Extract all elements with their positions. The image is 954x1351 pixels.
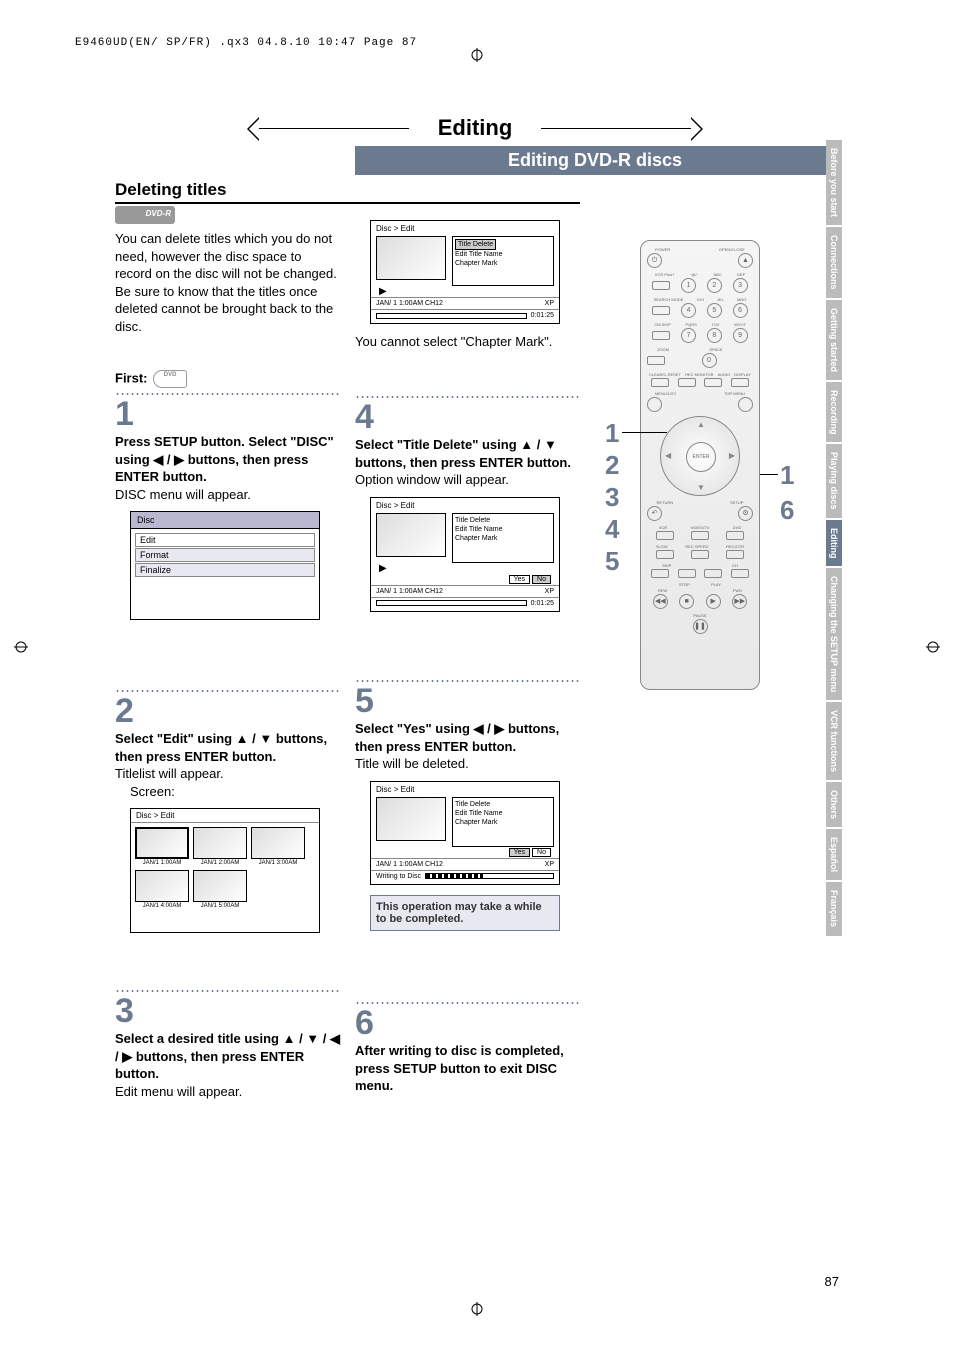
- thumb-label: JAN/1 4:00AM: [135, 903, 189, 909]
- disc-menu-item: Edit: [135, 533, 315, 547]
- pointer-left-2: 2: [605, 450, 619, 481]
- step-3-result: Edit menu will appear.: [115, 1084, 242, 1099]
- side-tabs: Before you start Connections Getting start…: [826, 140, 844, 938]
- play-icon: ▶: [371, 286, 559, 297]
- disc-menu-item: Finalize: [135, 563, 315, 577]
- remote-control-diagram: POWEROPEN/CLOSE ⏻▲ VCR Plus+·@/:ABCDEF 1…: [640, 240, 760, 690]
- step-2: 2 Select "Edit" using ▲ / ▼ buttons, the…: [115, 690, 340, 933]
- osd1-note: You cannot select "Chapter Mark".: [355, 334, 580, 349]
- crop-mark-bottom: [470, 1302, 484, 1316]
- crop-mark-left: [14, 640, 28, 654]
- dvd-r-badge: DVD-R: [115, 206, 175, 224]
- step-4-instruction: Select "Title Delete" using ▲ / ▼ button…: [355, 437, 571, 470]
- titlelist-header: Disc > Edit: [131, 809, 319, 823]
- step-3-number: 3: [115, 994, 340, 1028]
- pointer-left-3: 3: [605, 482, 619, 513]
- step-5-result: Title will be deleted.: [355, 756, 469, 771]
- step-2-number: 2: [115, 694, 340, 728]
- step-3: 3 Select a desired title using ▲ / ▼ / ◀…: [115, 990, 340, 1100]
- step-4-result: Option window will appear.: [355, 472, 509, 487]
- main-title: Editing: [413, 115, 538, 141]
- thumb-label: JAN/1 1:00AM: [135, 860, 189, 866]
- step-5-instruction: Select "Yes" using ◀ / ▶ buttons, then p…: [355, 721, 559, 754]
- osd-menu: Title Delete Edit Title Name Chapter Mar…: [452, 236, 554, 286]
- step-2-result: Titlelist will appear.: [115, 766, 224, 781]
- intro-text: You can delete titles which you do not n…: [115, 230, 340, 335]
- step-4: 4 Select "Title Delete" using ▲ / ▼ butt…: [355, 396, 580, 612]
- titlelist-screen: Disc > Edit JAN/1 1:00AM JAN/1 2:00AM JA…: [130, 808, 320, 933]
- osd-screen-1: Disc > Edit Title Delete Edit Title Name…: [355, 220, 580, 349]
- pointer-right-6: 6: [780, 495, 794, 526]
- pointer-line: [622, 432, 667, 433]
- osd-thumbnail: [376, 236, 446, 280]
- step-1-result: DISC menu will appear.: [115, 487, 251, 502]
- step-4-number: 4: [355, 400, 580, 434]
- step-1: 1 Press SETUP button. Select "DISC" usin…: [115, 393, 340, 620]
- step-5: 5 Select "Yes" using ◀ / ▶ buttons, then…: [355, 680, 580, 931]
- step-6-number: 6: [355, 1006, 580, 1040]
- side-tab: Editing: [826, 520, 842, 567]
- print-header: E9460UD(EN/ SP/FR) .qx3 04.8.10 10:47 Pa…: [75, 37, 417, 49]
- osd-screen-2: Disc > Edit Title Delete Edit Title Name…: [370, 497, 560, 612]
- pointer-left-5: 5: [605, 546, 619, 577]
- pointer-right-1: 1: [780, 460, 794, 491]
- pointer-left-1: 1: [605, 418, 619, 449]
- page-number: 87: [825, 1274, 839, 1289]
- osd-header: Disc > Edit: [371, 221, 559, 236]
- section-title: Deleting titles: [115, 180, 580, 204]
- step-1-number: 1: [115, 397, 340, 431]
- subtitle-bar: Editing DVD-R discs: [355, 146, 835, 175]
- side-tab: VCR functions: [826, 702, 842, 780]
- side-tab: Others: [826, 782, 842, 827]
- first-line: First: DVD: [115, 370, 340, 388]
- step-2-screen-label: Screen:: [115, 784, 175, 799]
- step-2-instruction: Select "Edit" using ▲ / ▼ buttons, then …: [115, 731, 327, 764]
- crop-mark-right: [926, 640, 940, 654]
- note-box: This operation may take a while to be co…: [370, 895, 560, 931]
- thumb-label: JAN/1 2:00AM: [193, 860, 247, 866]
- side-tab: Français: [826, 882, 842, 935]
- step-3-instruction: Select a desired title using ▲ / ▼ / ◀ /…: [115, 1031, 340, 1081]
- disc-menu-header: Disc: [131, 512, 319, 529]
- side-tab: Getting started: [826, 300, 842, 380]
- pointer-line: [760, 474, 778, 475]
- thumb-label: JAN/1 3:00AM: [251, 860, 305, 866]
- step-5-number: 5: [355, 684, 580, 718]
- side-tab: Playing discs: [826, 444, 842, 518]
- osd-screen-3: Disc > Edit Title Delete Edit Title Name…: [370, 781, 560, 885]
- side-tab: Connections: [826, 227, 842, 298]
- side-tab: Changing the SETUP menu: [826, 568, 842, 700]
- step-6-instruction: After writing to disc is completed, pres…: [355, 1043, 564, 1093]
- dvd-badge-icon: DVD: [153, 370, 187, 388]
- main-title-wrap: Editing: [115, 115, 835, 141]
- step-6: 6 After writing to disc is completed, pr…: [355, 1002, 580, 1095]
- disc-menu-item: Format: [135, 548, 315, 562]
- side-tab: Recording: [826, 382, 842, 443]
- pointer-left-4: 4: [605, 514, 619, 545]
- crop-mark-top: [470, 48, 484, 62]
- side-tab: Español: [826, 829, 842, 880]
- disc-menu-screen: Disc Edit Format Finalize: [130, 511, 320, 620]
- thumb-label: JAN/1 5:00AM: [193, 903, 247, 909]
- side-tab: Before you start: [826, 140, 842, 225]
- step-1-instruction: Press SETUP button. Select "DISC" using …: [115, 434, 334, 484]
- first-label: First:: [115, 370, 148, 385]
